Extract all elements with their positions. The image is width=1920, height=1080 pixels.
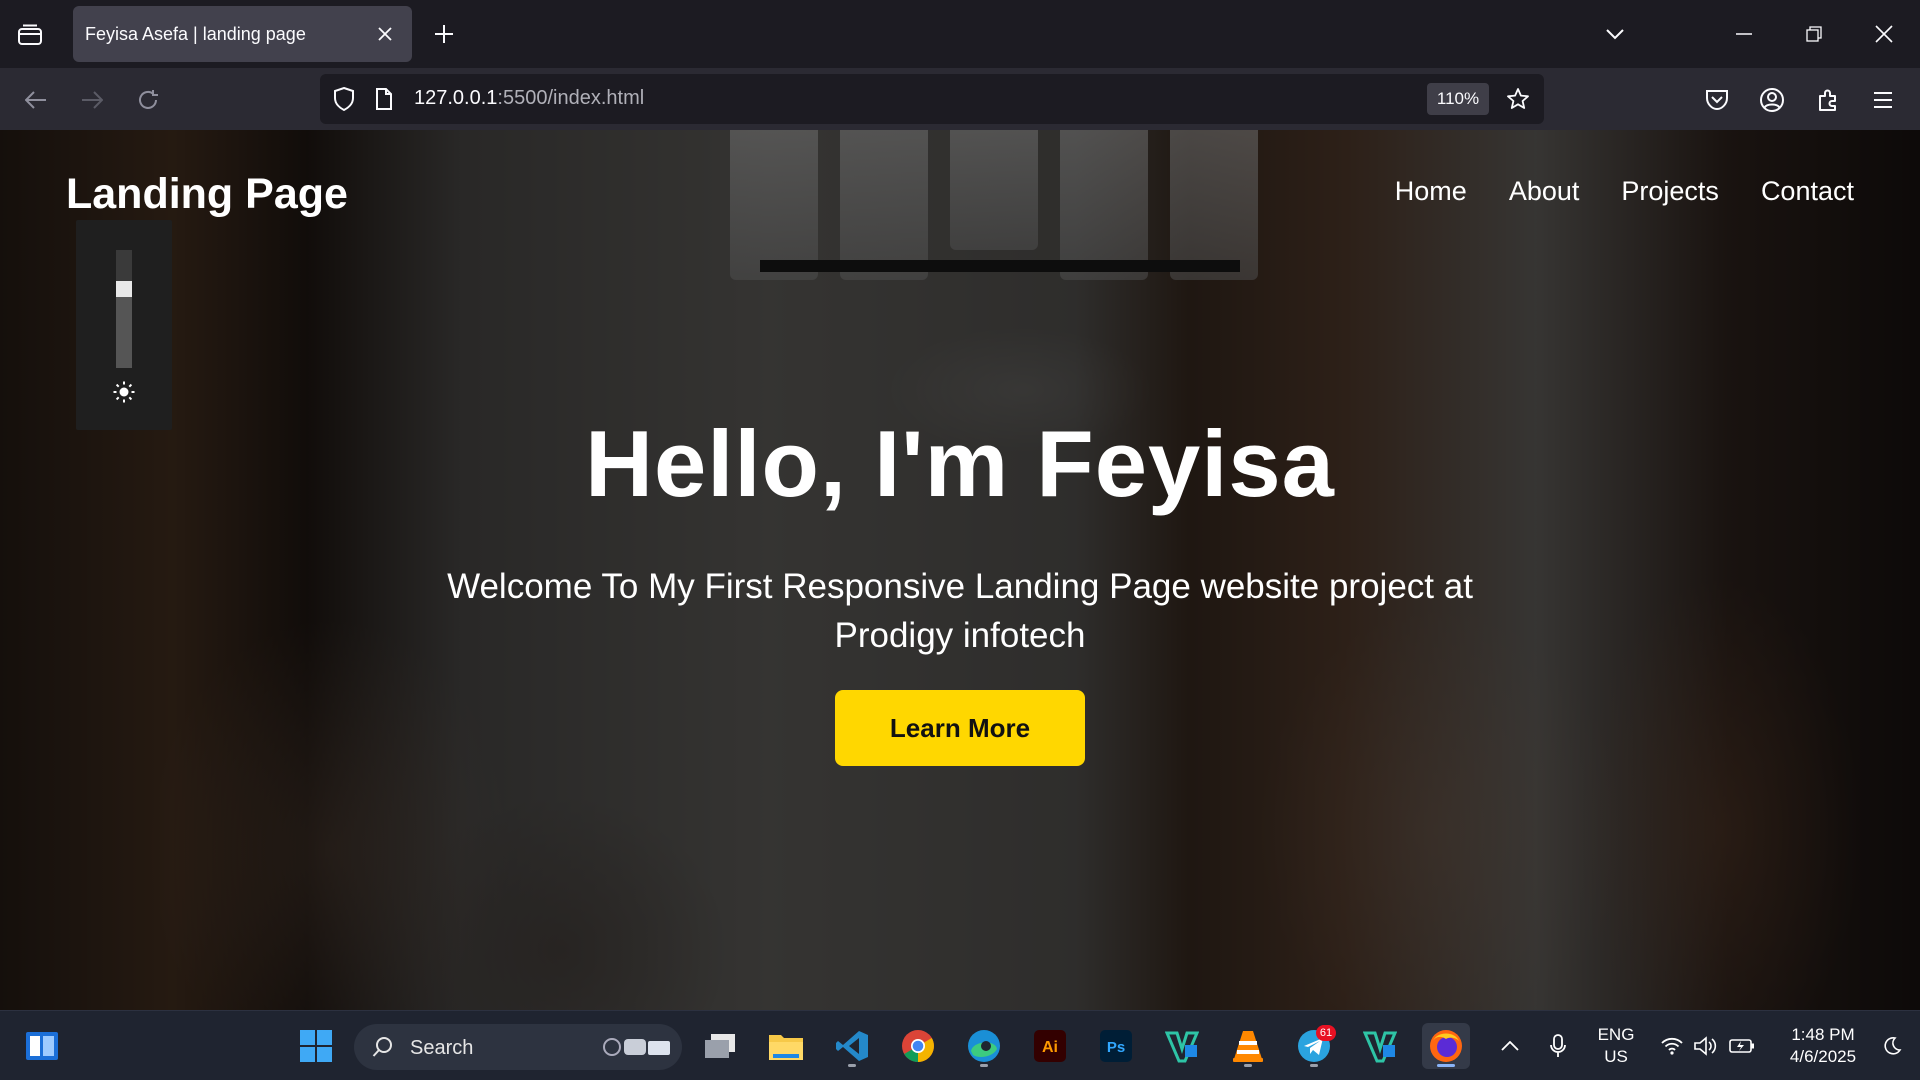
minimize-button[interactable] [1722, 14, 1766, 54]
learn-more-button[interactable]: Learn More [835, 690, 1085, 766]
close-icon[interactable] [372, 21, 398, 47]
windows-taskbar: Search Ai Ps 61 ENG US 1:48 PM 4/6/2025 [0, 1010, 1920, 1080]
star-icon[interactable] [1504, 85, 1532, 113]
chevron-up-icon[interactable] [1492, 1023, 1528, 1069]
page-icon[interactable] [370, 85, 398, 113]
vs-code-variant-icon[interactable] [1356, 1023, 1404, 1069]
taskbar-search-box[interactable]: Search [354, 1024, 682, 1070]
browser-tab-bar: Feyisa Asefa | landing page [0, 0, 1920, 68]
brightness-slider[interactable] [116, 250, 132, 368]
file-explorer-icon[interactable] [762, 1023, 810, 1069]
shield-icon[interactable] [330, 85, 358, 113]
nav-link-home[interactable]: Home [1395, 176, 1467, 207]
url-host: 127.0.0.1 [414, 87, 498, 109]
clock-time: 1:48 PM [1791, 1025, 1855, 1044]
chrome-icon[interactable] [894, 1023, 942, 1069]
zoom-level-badge[interactable]: 110% [1427, 83, 1489, 115]
restore-button[interactable] [1792, 14, 1836, 54]
vs-code-variant-icon[interactable] [1158, 1023, 1206, 1069]
menu-icon[interactable] [1865, 82, 1901, 118]
forward-button[interactable] [74, 82, 110, 118]
new-tab-button[interactable] [428, 18, 460, 50]
search-label: Search [410, 1037, 474, 1059]
site-nav: Home About Projects Contact [1395, 176, 1854, 207]
task-view-icon[interactable] [696, 1023, 744, 1069]
widgets-icon[interactable] [18, 1023, 66, 1069]
sun-icon [112, 380, 136, 404]
language-label: ENG [1597, 1025, 1635, 1044]
telegram-badge: 61 [1316, 1025, 1336, 1041]
clock-date: 4/6/2025 [1789, 1047, 1857, 1066]
tab-list-icon[interactable] [14, 19, 46, 51]
reload-button[interactable] [130, 82, 166, 118]
clock[interactable]: 1:48 PM 4/6/2025 [1770, 1024, 1876, 1068]
telegram-icon[interactable]: 61 [1290, 1023, 1338, 1069]
svg-text:Ai: Ai [1042, 1039, 1058, 1056]
url-path: :5500/index.html [497, 87, 645, 109]
battery-charging-icon[interactable] [1724, 1023, 1760, 1069]
region-label: US [1604, 1047, 1628, 1066]
nav-link-projects[interactable]: Projects [1621, 176, 1719, 207]
language-indicator[interactable]: ENG US [1588, 1024, 1644, 1068]
edge-icon[interactable] [960, 1023, 1008, 1069]
address-bar[interactable]: 127.0.0.1:5500/index.html 110% [320, 74, 1544, 124]
brightness-popup [76, 220, 172, 430]
brightness-slider-thumb[interactable] [116, 280, 132, 297]
svg-text:Ps: Ps [1107, 1039, 1125, 1056]
browser-tab[interactable]: Feyisa Asefa | landing page [73, 6, 412, 62]
nav-link-contact[interactable]: Contact [1761, 176, 1854, 207]
nav-link-about[interactable]: About [1509, 176, 1580, 207]
page-viewport: Landing Page Home About Projects Contact… [0, 130, 1920, 1010]
illustrator-icon[interactable]: Ai [1026, 1023, 1074, 1069]
url-text[interactable]: 127.0.0.1:5500/index.html [414, 87, 644, 110]
photoshop-icon[interactable]: Ps [1092, 1023, 1140, 1069]
browser-toolbar: 127.0.0.1:5500/index.html 110% [0, 68, 1920, 130]
extensions-icon[interactable] [1810, 82, 1846, 118]
back-button[interactable] [18, 82, 54, 118]
pocket-icon[interactable] [1699, 82, 1735, 118]
hero-subtitle: Welcome To My First Responsive Landing P… [447, 567, 1473, 655]
windows-start-icon[interactable] [292, 1023, 340, 1069]
search-icon [372, 1036, 394, 1063]
vlc-icon[interactable] [1224, 1023, 1272, 1069]
site-logo[interactable]: Landing Page [66, 170, 348, 219]
chevron-down-icon[interactable] [1598, 18, 1632, 50]
account-icon[interactable] [1754, 82, 1790, 118]
firefox-icon[interactable] [1422, 1023, 1470, 1069]
microphone-icon[interactable] [1540, 1023, 1576, 1069]
wifi-icon[interactable] [1654, 1023, 1690, 1069]
hero-title: Hello, I'm Feyisa [585, 411, 1335, 516]
tab-title: Feyisa Asefa | landing page [85, 23, 306, 44]
volume-icon[interactable] [1688, 1023, 1724, 1069]
search-highlight-icon [600, 1032, 674, 1067]
vs-code-icon[interactable] [828, 1023, 876, 1069]
close-window-button[interactable] [1862, 14, 1906, 54]
moon-icon[interactable] [1874, 1023, 1910, 1069]
